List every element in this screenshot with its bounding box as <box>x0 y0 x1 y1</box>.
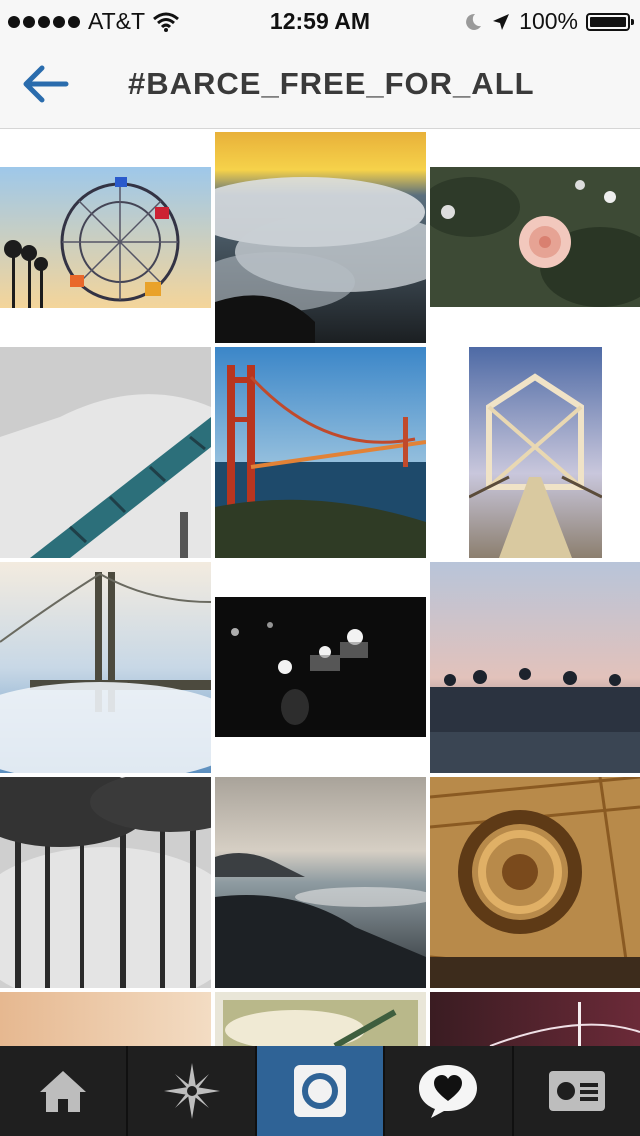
battery-icon <box>586 12 634 31</box>
photo-ferris-wheel[interactable] <box>0 167 211 308</box>
tab-explore[interactable] <box>128 1046 257 1136</box>
photo-hotel-atrium-sculpture[interactable] <box>430 777 640 988</box>
location-arrow-icon <box>493 13 510 30</box>
photo-sunset-fog[interactable] <box>215 132 426 343</box>
photo-bay-bridge-night-partial[interactable] <box>430 992 640 1046</box>
activity-heart-icon <box>419 1065 478 1118</box>
photo-rocky-coast[interactable] <box>215 777 426 988</box>
photo-palm-skyline-dusk[interactable] <box>430 562 640 773</box>
page-title: #BARCE_FREE_FOR_ALL <box>128 66 535 101</box>
home-icon <box>40 1071 87 1112</box>
navigation-bar: #BARCE_FREE_FOR_ALL <box>0 40 640 129</box>
photo-grid <box>0 129 640 1046</box>
back-arrow-icon[interactable] <box>18 62 72 106</box>
profile-card-icon <box>548 1071 605 1111</box>
photo-golden-gate-bridge[interactable] <box>215 347 426 558</box>
photo-rope-bridge[interactable] <box>469 347 602 558</box>
camera-icon <box>294 1065 347 1117</box>
status-bar: AT&T 12:59 AM 100% <box>0 0 640 40</box>
tab-home[interactable] <box>0 1046 129 1136</box>
battery-percent: 100% <box>519 8 578 34</box>
photo-beige-partial[interactable] <box>0 992 211 1046</box>
tab-activity[interactable] <box>385 1046 514 1136</box>
explore-star-icon <box>163 1063 220 1119</box>
tab-bar <box>0 1046 640 1136</box>
photo-bay-bridge-fog[interactable] <box>0 562 211 773</box>
photo-dahlia-flower[interactable] <box>430 167 640 307</box>
tab-camera[interactable] <box>256 1046 386 1136</box>
photo-bridge-sky-partial[interactable] <box>215 992 426 1046</box>
photo-rollercoaster-track[interactable] <box>0 347 211 558</box>
moon-icon <box>466 13 482 30</box>
photo-misty-trees[interactable] <box>0 777 211 988</box>
tab-profile[interactable] <box>513 1046 640 1136</box>
photo-candles[interactable] <box>215 597 426 737</box>
